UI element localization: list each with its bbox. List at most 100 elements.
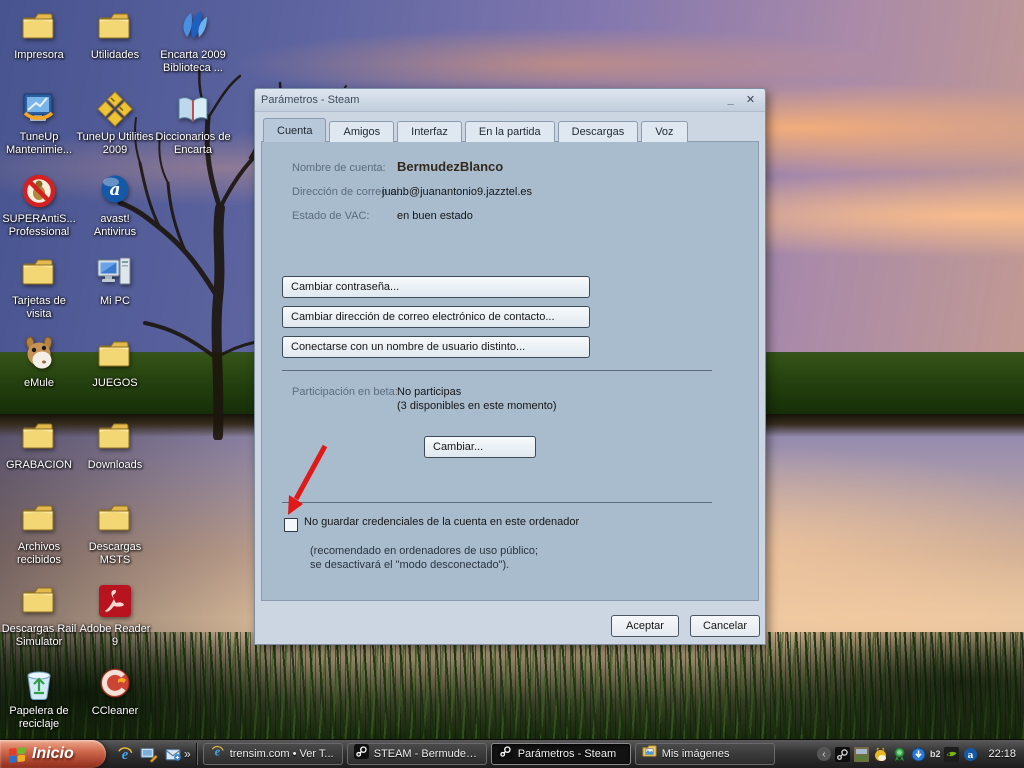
desktop-icon-tuneup-mantenimie[interactable]: TuneUp Mantenimie... [1, 88, 77, 157]
task-label: Parámetros - Steam [518, 748, 616, 760]
desktop-icon-archivos-recibidos[interactable]: Archivos recibidos [1, 498, 77, 567]
desktop-icon-downloads[interactable]: Downloads [77, 416, 153, 472]
vac-status-label: Estado de VAC: [292, 210, 369, 222]
task-label: trensim.com • Ver T... [230, 748, 334, 760]
desktop-icon-grabacion[interactable]: GRABACION [1, 416, 77, 472]
dialog-titlebar: Parámetros - Steam _ ✕ [255, 89, 765, 112]
system-tray: ‹ b2 a 22:18 [817, 747, 1024, 762]
taskbar-clock: 22:18 [988, 748, 1016, 760]
desktop-icon-tuneup-utilities-2009[interactable]: TuneUp Utilities 2009 [77, 88, 153, 157]
beta-change-button[interactable]: Cambiar... [424, 436, 536, 458]
red-annotation-arrow [278, 442, 334, 524]
task-steam-bermudez[interactable]: STEAM - Bermudez... [347, 743, 487, 765]
ccleaner-icon [94, 662, 136, 704]
badge-tray-icon[interactable] [892, 747, 907, 762]
folder-icon [94, 498, 136, 540]
tab-descargas[interactable]: Descargas [558, 121, 639, 142]
taskbar-separator [196, 743, 198, 765]
tray-collapse-chevron[interactable]: ‹ [817, 747, 831, 761]
windows-logo-icon [8, 746, 27, 763]
folder-icon [94, 334, 136, 376]
desktop-icon-diccionarios-de-encarta[interactable]: Diccionarios de Encarta [155, 88, 231, 157]
change-password-button[interactable]: Cambiar contraseña... [282, 276, 590, 298]
tuneup-puzzle-icon [94, 88, 136, 130]
avast-tray-icon[interactable]: a [963, 747, 978, 762]
steam-settings-dialog: Parámetros - Steam _ ✕ CuentaAmigosInter… [254, 88, 766, 645]
desktop-icon-papelera-de-reciclaje[interactable]: Papelera de reciclaje [1, 662, 77, 731]
desktop-icon-superantis-professional[interactable]: SUPERAntiS... Professional [1, 170, 77, 239]
desktop-icon-descargas-rail-simulator[interactable]: Descargas Rail Simulator [1, 580, 77, 649]
desktop-icon-mi-pc[interactable]: Mi PC [77, 252, 153, 308]
desktop-icon-utilidades[interactable]: Utilidades [77, 6, 153, 62]
login-different-user-button[interactable]: Conectarse con un nombre de usuario dist… [282, 336, 590, 358]
desktop-icon-descargas-msts[interactable]: Descargas MSTS [77, 498, 153, 567]
divider [282, 502, 712, 503]
tab-en-la-partida[interactable]: En la partida [465, 121, 555, 142]
desktop-icon-label: Diccionarios de Encarta [146, 131, 240, 157]
desktop-icon-ccleaner[interactable]: CCleaner [77, 662, 153, 718]
divider [282, 370, 712, 371]
desktop-icon-adobe-reader-9[interactable]: Adobe Reader 9 [77, 580, 153, 649]
svg-text:a: a [968, 750, 974, 760]
credentials-note-line1: (recomendado en ordenadores de uso públi… [310, 545, 538, 557]
download-tray-icon[interactable] [911, 747, 926, 762]
desktop-icon-label: Descargas MSTS [68, 541, 162, 567]
folder-icon [94, 6, 136, 48]
dialog-tabbar: CuentaAmigosInterfazEn la partidaDescarg… [261, 118, 759, 141]
tuneup-monitor-icon [18, 88, 60, 130]
folder-icon [18, 498, 60, 540]
desktop-icon-label: CCleaner [68, 705, 162, 718]
myimages-icon [642, 744, 657, 764]
task-trensim-com-ver-t[interactable]: etrensim.com • Ver T... [203, 743, 343, 765]
photo-tray-icon[interactable] [854, 747, 869, 762]
minimize-button[interactable]: _ [722, 93, 739, 108]
desktop-icon-tarjetas-de-visita[interactable]: Tarjetas de visita [1, 252, 77, 321]
accept-button[interactable]: Aceptar [611, 615, 679, 637]
outlook-icon[interactable] [164, 745, 182, 763]
superanti-icon [18, 170, 60, 212]
task-par-metros-steam[interactable]: Parámetros - Steam [491, 743, 631, 765]
folder-icon [18, 416, 60, 458]
start-button-label: Inicio [32, 745, 74, 763]
svg-text:e: e [122, 747, 129, 763]
close-button[interactable]: ✕ [742, 93, 759, 108]
tab-voz[interactable]: Voz [641, 121, 687, 142]
quick-launch-overflow-chevron[interactable]: » [184, 747, 191, 761]
desktop-icon-label: avast! Antivirus [68, 213, 162, 239]
tab-cuenta[interactable]: Cuenta [263, 118, 326, 142]
desktop-icon-avast-antivirus[interactable]: aavast! Antivirus [77, 170, 153, 239]
ie-icon[interactable]: e [116, 745, 134, 763]
book-icon [172, 88, 214, 130]
beta-availability: (3 disponibles en este momento) [397, 400, 557, 412]
steam-icon [354, 744, 369, 764]
desktop-icon-emule[interactable]: eMule [1, 334, 77, 390]
desktop-icon-impresora[interactable]: Impresora [1, 6, 77, 62]
credentials-note-line2: se desactivará el "modo desconectado"). [310, 559, 509, 571]
nvidia-tray-icon[interactable] [944, 747, 959, 762]
desktop-icon-encarta-2009-biblioteca[interactable]: Encarta 2009 Biblioteca ... [155, 6, 231, 75]
cancel-button[interactable]: Cancelar [690, 615, 760, 637]
taskbar: Inicio e » etrensim.com • Ver T...STEAM … [0, 739, 1024, 768]
show-desktop-icon[interactable] [140, 745, 158, 763]
beta-status: No participas [397, 386, 461, 398]
folder-icon [18, 580, 60, 622]
tab-amigos[interactable]: Amigos [329, 121, 394, 142]
desktop-icon-label: JUEGOS [68, 377, 162, 390]
folder-icon [18, 6, 60, 48]
b2-tray-icon[interactable]: b2 [930, 747, 941, 762]
folder-icon [18, 252, 60, 294]
tray-icons: b2 a [835, 747, 979, 762]
change-email-button[interactable]: Cambiar dirección de correo electrónico … [282, 306, 590, 328]
steam-icon [498, 744, 513, 764]
recycle-icon [18, 662, 60, 704]
email-value: juanb@juanantonio9.jazztel.es [382, 186, 532, 198]
desktop-icon-label: Encarta 2009 Biblioteca ... [146, 49, 240, 75]
emule-tray-icon[interactable] [873, 747, 888, 762]
desktop-icon-juegos[interactable]: JUEGOS [77, 334, 153, 390]
steam-tray-icon[interactable] [835, 747, 850, 762]
start-button[interactable]: Inicio [0, 740, 106, 768]
vac-status-value: en buen estado [397, 210, 473, 222]
tab-interfaz[interactable]: Interfaz [397, 121, 462, 142]
no-save-credentials-checkbox[interactable] [284, 518, 298, 532]
task-mis-im-genes[interactable]: Mis imágenes [635, 743, 775, 765]
